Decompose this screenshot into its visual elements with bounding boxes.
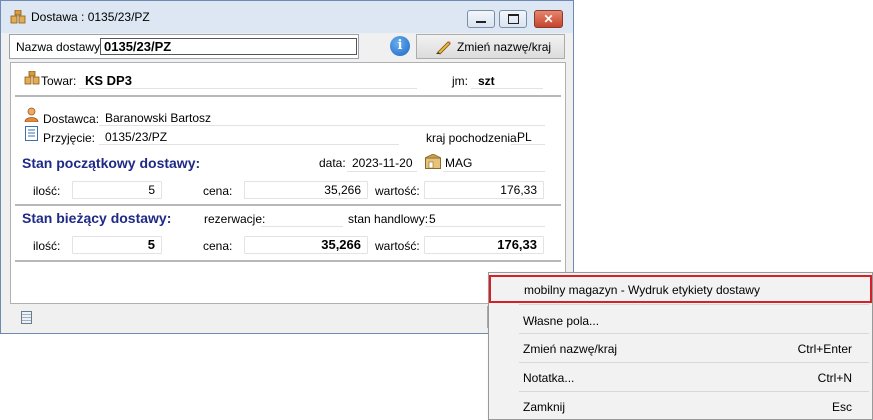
close-icon: ✕ bbox=[543, 12, 554, 26]
product-label: Towar: bbox=[41, 74, 77, 88]
product-value: KS DP3 bbox=[85, 73, 132, 88]
menu-item-label: mobilny magazyn - Wydruk etykiety dostaw… bbox=[524, 283, 760, 297]
rename-button[interactable]: Zmień nazwę/kraj bbox=[416, 34, 565, 59]
unit-value: szt bbox=[478, 74, 495, 88]
close-button[interactable]: ✕ bbox=[534, 10, 563, 28]
menu-item-shortcut: Ctrl+Enter bbox=[797, 342, 852, 356]
info-icon[interactable]: i bbox=[390, 36, 410, 56]
initial-state-heading: Stan początkowy dostawy: bbox=[22, 155, 201, 171]
supplier-value: Baranowski Bartosz bbox=[105, 111, 212, 125]
details-panel: Towar: KS DP3 jm: szt Dostawca: Baranows… bbox=[10, 62, 566, 304]
current-value-label: wartość: bbox=[375, 239, 420, 253]
initial-price-value: 35,266 bbox=[244, 181, 368, 199]
current-state-heading: Stan bieżący dostawy: bbox=[22, 210, 172, 226]
menu-item-label: Zmień nazwę/kraj bbox=[523, 342, 618, 356]
warehouse-icon bbox=[425, 154, 441, 169]
receipt-label: Przyjęcie: bbox=[43, 131, 96, 145]
pencil-icon bbox=[436, 41, 451, 55]
date-value: 2023-11-20 bbox=[352, 156, 413, 170]
menu-item-label: Własne pola... bbox=[523, 314, 600, 328]
receipt-value: 0135/23/PZ bbox=[105, 130, 168, 144]
menu-separator bbox=[519, 304, 869, 305]
trade-value: 5 bbox=[429, 212, 436, 226]
minimize-button[interactable] bbox=[467, 10, 495, 28]
initial-value-label: wartość: bbox=[375, 184, 420, 198]
title-bar[interactable]: Dostawa : 0135/23/PZ ✕ bbox=[1, 1, 573, 33]
current-qty-label: ilość: bbox=[33, 239, 61, 253]
boxes-icon bbox=[24, 71, 40, 85]
window-title: Dostawa : 0135/23/PZ bbox=[31, 10, 150, 24]
unit-label: jm: bbox=[452, 74, 468, 88]
menu-item-shortcut: Ctrl+N bbox=[817, 371, 852, 385]
current-price-label: cena: bbox=[203, 239, 233, 253]
maximize-button[interactable] bbox=[499, 10, 527, 28]
initial-qty-value: 5 bbox=[72, 181, 162, 199]
warehouse-value: MAG bbox=[445, 156, 473, 170]
trade-underline bbox=[425, 226, 545, 227]
toolbar: Nazwa dostawy: 0135/23/PZ i Zmień nazwę/… bbox=[9, 34, 565, 59]
origin-label: kraj pochodzenia: bbox=[426, 131, 521, 145]
date-label: data: bbox=[319, 156, 346, 170]
menu-item-close[interactable]: Zamknij Esc bbox=[489, 392, 872, 420]
menu-item-shortcut: Esc bbox=[831, 400, 852, 414]
initial-qty-label: ilość: bbox=[33, 184, 61, 198]
name-input[interactable]: 0135/23/PZ bbox=[100, 38, 357, 55]
current-qty-value: 5 bbox=[72, 236, 162, 254]
menu-item-rename[interactable]: Zmień nazwę/kraj Ctrl+Enter bbox=[489, 334, 872, 362]
origin-underline bbox=[511, 144, 545, 145]
maximize-icon bbox=[507, 14, 519, 24]
name-group: Nazwa dostawy: 0135/23/PZ bbox=[9, 34, 359, 59]
menu-item-label: Zamknij bbox=[523, 400, 566, 414]
date-underline bbox=[347, 171, 417, 172]
status-bar bbox=[10, 306, 567, 330]
current-price-value: 35,266 bbox=[244, 236, 368, 254]
receipt-underline bbox=[99, 144, 399, 145]
context-menu: mobilny magazyn - Wydruk etykiety dostaw… bbox=[488, 272, 873, 420]
separator bbox=[15, 260, 561, 262]
reservation-underline bbox=[261, 226, 343, 227]
origin-value: PL bbox=[517, 130, 532, 144]
menu-item-custom-fields[interactable]: Własne pola... bbox=[489, 306, 872, 334]
rename-button-label: Zmień nazwę/kraj bbox=[457, 40, 552, 54]
boxes-icon bbox=[10, 10, 26, 24]
product-underline bbox=[79, 88, 417, 89]
person-icon bbox=[24, 107, 39, 122]
supplier-underline bbox=[99, 125, 545, 126]
supplier-label: Dostawca: bbox=[43, 112, 100, 126]
reservation-label: rezerwacje: bbox=[204, 212, 266, 226]
trade-label: stan handlowy: bbox=[348, 212, 429, 226]
initial-value-value: 176,33 bbox=[424, 181, 544, 199]
menu-item-label: Notatka... bbox=[523, 371, 575, 385]
minimize-icon bbox=[476, 21, 486, 23]
document-icon bbox=[25, 126, 38, 141]
menu-item-print-label[interactable]: mobilny magazyn - Wydruk etykiety dostaw… bbox=[489, 275, 872, 303]
current-value-value: 176,33 bbox=[424, 236, 544, 254]
separator bbox=[15, 204, 561, 206]
initial-price-label: cena: bbox=[203, 184, 233, 198]
separator bbox=[15, 95, 561, 97]
note-icon[interactable] bbox=[21, 311, 32, 324]
name-label: Nazwa dostawy: bbox=[16, 40, 104, 54]
unit-underline bbox=[471, 88, 543, 89]
menu-item-note[interactable]: Notatka... Ctrl+N bbox=[489, 363, 872, 391]
warehouse-underline bbox=[443, 171, 545, 172]
